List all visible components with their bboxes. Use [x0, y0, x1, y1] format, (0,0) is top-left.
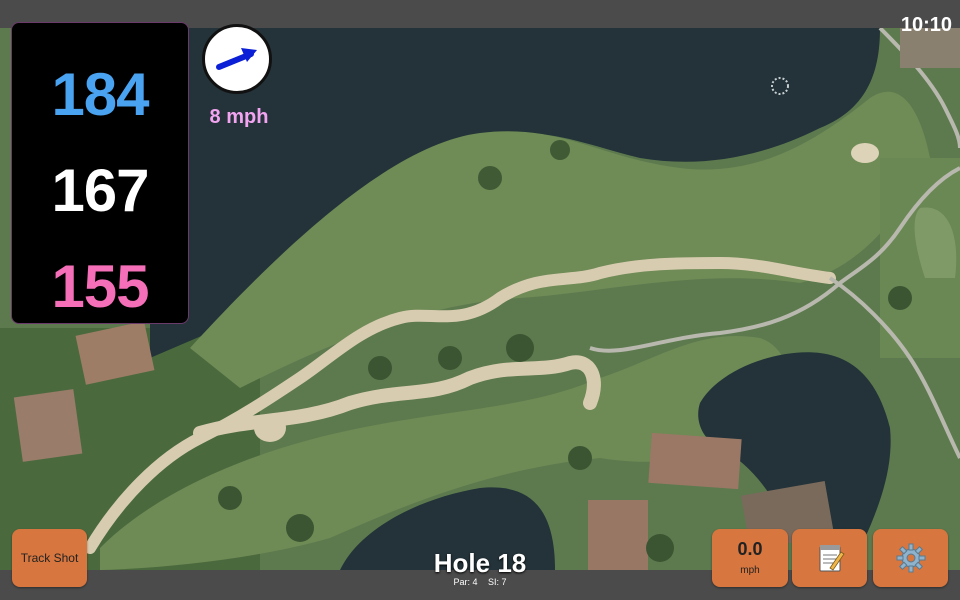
track-shot-label: Track Shot: [20, 551, 79, 565]
center-distance: 167: [51, 157, 149, 224]
notepad-icon: [819, 545, 845, 572]
front-distance: 155: [51, 253, 149, 320]
settings-button[interactable]: [873, 529, 948, 587]
stroke-index-label: SI: 7: [488, 577, 507, 587]
status-clock: 10:10: [900, 14, 952, 36]
hole-title: Hole 18: [433, 548, 527, 578]
track-shot-button[interactable]: Track Shot: [12, 529, 87, 587]
wind-speed-label: 8 mph: [209, 106, 269, 128]
wind-direction-dial: [202, 24, 272, 94]
back-distance: 184: [51, 61, 149, 128]
wind-arrow-icon: [216, 48, 257, 70]
wind-speed-unit: mph: [740, 565, 760, 576]
wind-speed-value: 0.0: [737, 539, 763, 559]
distance-panel: 184 167 155: [11, 22, 189, 324]
par-label: Par: 4: [453, 577, 478, 587]
wind-speed-button[interactable]: 0.0 mph: [712, 529, 788, 587]
notes-button[interactable]: [792, 529, 867, 587]
gear-icon: [896, 543, 925, 573]
hole-info: Par: 4 SI: 7: [380, 577, 580, 587]
